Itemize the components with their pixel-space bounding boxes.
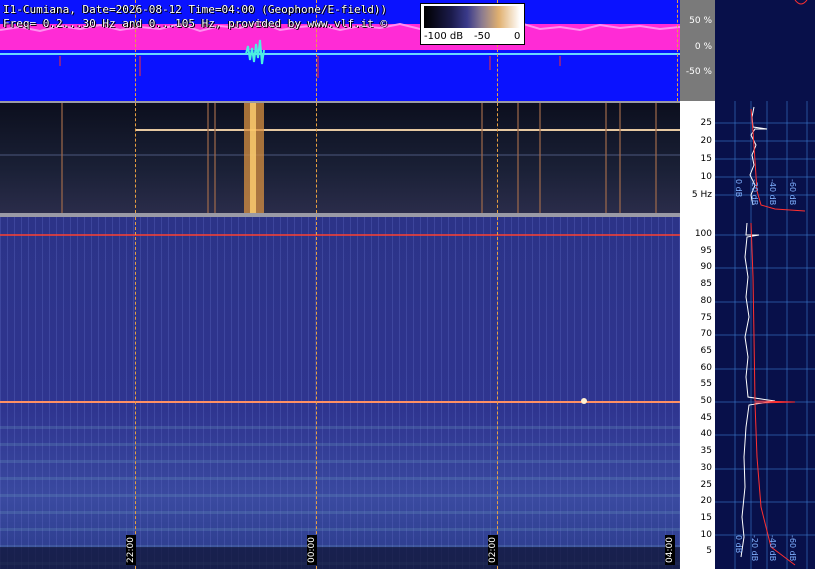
time-marker-02-mid (497, 103, 498, 213)
freq-label-100: 100 (694, 229, 712, 239)
frequency-info: Freq= 0.2...30 Hz and 0...105 Hz, provid… (3, 17, 388, 30)
low-db-40: -40 dB (768, 535, 777, 562)
low-frequency-spectrogram (0, 103, 680, 213)
low-frequency-plot (0, 103, 680, 213)
amplitude-strip: I1-Cumiana, Date=2026-08-12 Time=04:00 (… (0, 0, 680, 101)
low-freq-spectrum-graph: 0 dB -20 dB -40 dB -60 dB (715, 101, 815, 217)
freq-label-95: 95 (700, 245, 712, 256)
low-db-20: -20 dB (750, 535, 759, 562)
low-freq-scale: 25 20 15 10 5 Hz (680, 101, 715, 217)
hz-15: 15 (700, 154, 712, 164)
top-right-blank (715, 0, 815, 101)
high-freq-spectrum-trace (740, 222, 776, 558)
mid-db-20: -20 dB (750, 179, 759, 206)
freq-label-5: 5 (706, 546, 712, 557)
high-freq-scale: 100 95 90 85 80 75 70 65 60 55 50 45 40 35 30 25 20 15 10 5 (680, 217, 715, 569)
colorbar-min-label: -100 dB (424, 31, 464, 42)
station-title: I1-Cumiana, Date=2026-08-12 Time=04:00 (… (3, 3, 388, 16)
low-db-60: -60 dB (788, 535, 797, 562)
scale-50-percent: 50 % (689, 16, 712, 26)
freq-label-15: 15 (700, 512, 712, 523)
colorbar-max-label: 0 (514, 31, 521, 42)
colorbar-legend: -100 dB -50 0 (420, 3, 525, 45)
low-db-0: 0 dB (734, 535, 743, 554)
freq-label-70: 70 (700, 329, 712, 340)
hz-10: 10 (700, 172, 712, 182)
high-frequency-plot (0, 217, 680, 569)
freq-label-60: 60 (700, 362, 712, 373)
bottom-dark-band (0, 547, 680, 569)
broadband-event-core (250, 103, 256, 213)
hz-5: 5 Hz (691, 190, 712, 200)
freq-label-75: 75 (700, 312, 712, 323)
high-freq-spectrum-plot (715, 217, 815, 569)
freq-label-50: 50 (700, 396, 712, 406)
freq-label-90: 90 (700, 262, 712, 273)
amplitude-scale: 50 % 0 % -50 % (680, 0, 715, 101)
freq-label-65: 65 (700, 345, 712, 356)
hz-20: 20 (700, 136, 712, 146)
high-freq-spectrum-graph: 0 dB -20 dB -40 dB -60 dB (715, 217, 815, 569)
mid-db-60: -60 dB (788, 179, 797, 206)
freq-label-85: 85 (700, 279, 712, 290)
mid-db-0: 0 dB (734, 179, 743, 198)
colorbar-gradient (424, 6, 520, 28)
time-marker-00-mid (316, 103, 317, 213)
hum-spike (581, 398, 587, 404)
freq-label-80: 80 (700, 295, 712, 306)
spectrogram-background (0, 103, 680, 213)
time-marker-22-low (135, 217, 136, 569)
low-freq-spectrum-plot (715, 101, 815, 217)
time-label-00: 00:00 (307, 535, 317, 565)
time-marker-22-mid (135, 103, 136, 213)
corner-arc (794, 0, 808, 5)
scale-minus50-percent: -50 % (685, 67, 712, 77)
lower-harmonic-bands (0, 417, 680, 569)
time-label-04: 04:00 (665, 535, 675, 565)
freq-label-30: 30 (700, 462, 712, 473)
freq-label-55: 55 (700, 379, 712, 390)
time-marker-02-low (497, 217, 498, 569)
freq-label-40: 40 (700, 429, 712, 440)
mid-db-40: -40 dB (768, 179, 777, 206)
high-freq-reference-curve (750, 222, 796, 566)
time-label-02: 02:00 (488, 535, 498, 565)
freq-label-35: 35 (700, 446, 712, 457)
freq-label-10: 10 (700, 529, 712, 540)
colorbar-mid-label: -50 (474, 31, 491, 42)
freq-label-20: 20 (700, 496, 712, 507)
time-marker-04 (677, 0, 678, 101)
scale-0-percent: 0 % (694, 42, 712, 52)
freq-label-25: 25 (700, 479, 712, 490)
time-label-22: 22:00 (126, 535, 136, 565)
time-marker-00-low (316, 217, 317, 569)
high-frequency-spectrogram: 22:00 00:00 02:00 04:00 (0, 217, 680, 569)
freq-label-45: 45 (700, 412, 712, 423)
hz-25: 25 (700, 118, 712, 128)
